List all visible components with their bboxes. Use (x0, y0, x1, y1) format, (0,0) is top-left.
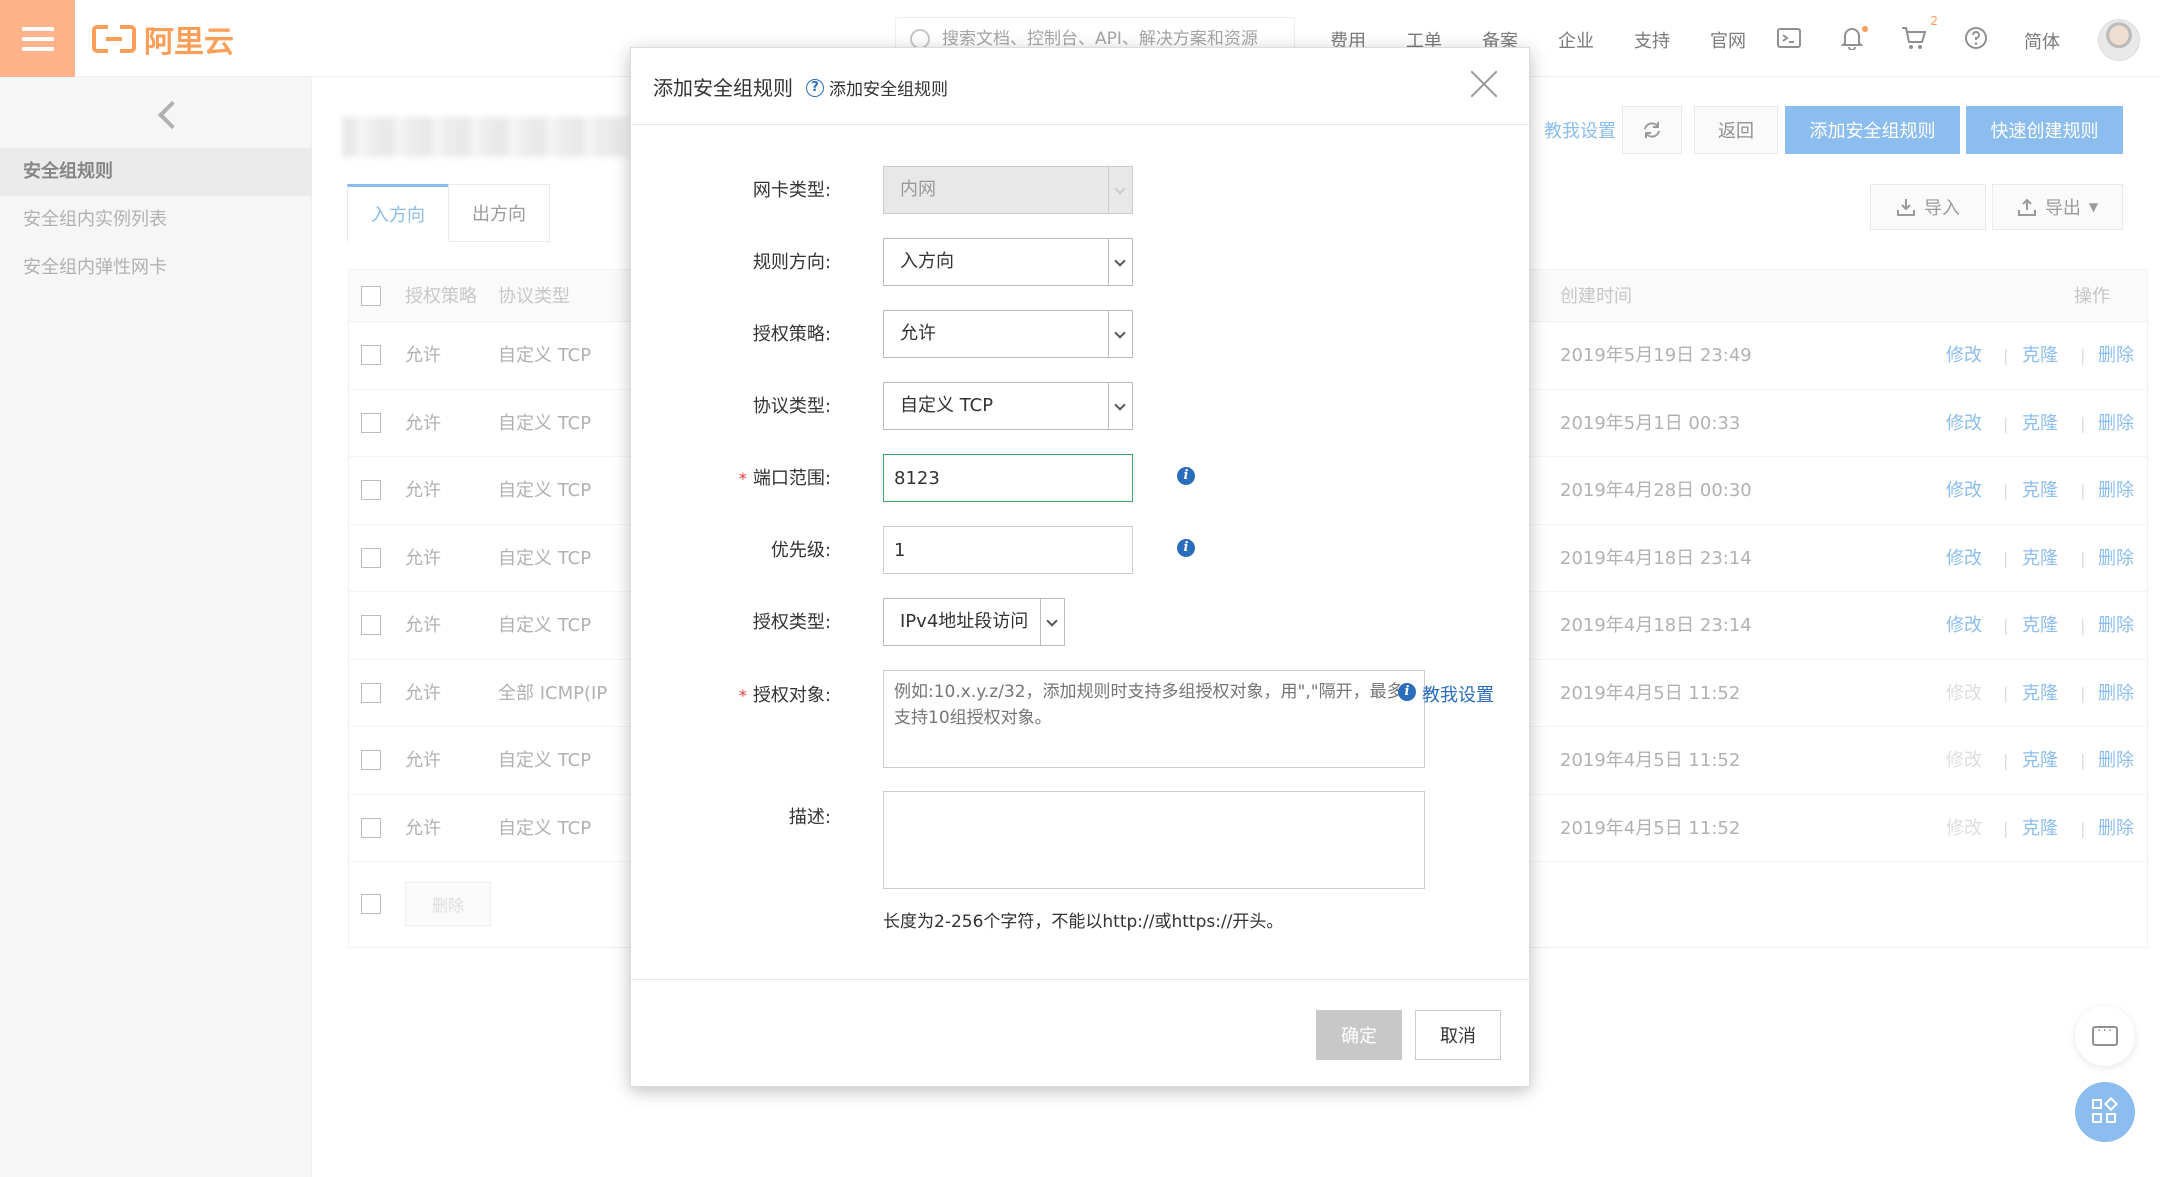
auth-object-teach-link[interactable]: 教我设置 (1422, 681, 1494, 707)
description-textarea[interactable] (883, 791, 1425, 889)
chevron-down-icon (1108, 167, 1132, 213)
label-auth-object: * 授权对象: (631, 681, 831, 707)
dialog-help-link-label: 添加安全组规则 (829, 80, 948, 100)
auth-type-select[interactable]: IPv4地址段访问 (883, 598, 1065, 646)
dialog-help-link[interactable]: ? 添加安全组规则 (806, 75, 948, 100)
dialog-header: 添加安全组规则 ? 添加安全组规则 (631, 48, 1529, 125)
required-asterisk: * (738, 686, 747, 705)
info-icon[interactable]: i (1398, 683, 1416, 701)
chevron-down-icon (1040, 599, 1064, 645)
direction-value: 入方向 (900, 251, 954, 272)
protocol-value: 自定义 TCP (900, 395, 994, 416)
label-auth-type: 授权类型: (752, 612, 831, 633)
label-port-range-text: 端口范围: (752, 468, 831, 489)
direction-select[interactable]: 入方向 (883, 238, 1133, 286)
priority-input[interactable] (883, 526, 1133, 574)
label-protocol: 协议类型: (752, 396, 831, 417)
close-icon[interactable] (1469, 68, 1501, 100)
add-rule-dialog: 添加安全组规则 ? 添加安全组规则 网卡类型: 内网 规则方向: 入方向 授权策… (630, 47, 1531, 1087)
nic-type-value: 内网 (900, 179, 936, 200)
protocol-select[interactable]: 自定义 TCP (883, 382, 1133, 430)
description-hint: 长度为2-256个字符，不能以http://或https://开头。 (883, 912, 1284, 932)
required-asterisk: * (738, 469, 747, 488)
confirm-button: 确定 (1316, 1010, 1402, 1060)
label-policy: 授权策略: (752, 324, 831, 345)
nic-type-select: 内网 (883, 166, 1133, 214)
label-auth-object-text: 授权对象: (752, 685, 831, 706)
policy-select[interactable]: 允许 (883, 310, 1133, 358)
cancel-button[interactable]: 取消 (1415, 1010, 1501, 1060)
label-priority: 优先级: (770, 540, 831, 561)
chevron-down-icon (1108, 383, 1132, 429)
label-description: 描述: (788, 807, 831, 828)
question-circle-icon: ? (806, 78, 824, 97)
info-icon[interactable]: i (1177, 467, 1195, 485)
label-nic-type: 网卡类型: (752, 180, 831, 201)
chevron-down-icon (1108, 239, 1132, 285)
info-icon[interactable]: i (1177, 539, 1195, 557)
auth-object-textarea[interactable] (883, 670, 1425, 768)
policy-value: 允许 (900, 323, 936, 344)
auth-type-value: IPv4地址段访问 (900, 611, 1029, 632)
label-port-range: * 端口范围: (631, 464, 831, 490)
dialog-footer: 确定 取消 (631, 979, 1531, 1086)
dialog-title: 添加安全组规则 (653, 76, 793, 100)
label-direction: 规则方向: (752, 252, 831, 273)
chevron-down-icon (1108, 311, 1132, 357)
port-range-input[interactable] (883, 454, 1133, 502)
